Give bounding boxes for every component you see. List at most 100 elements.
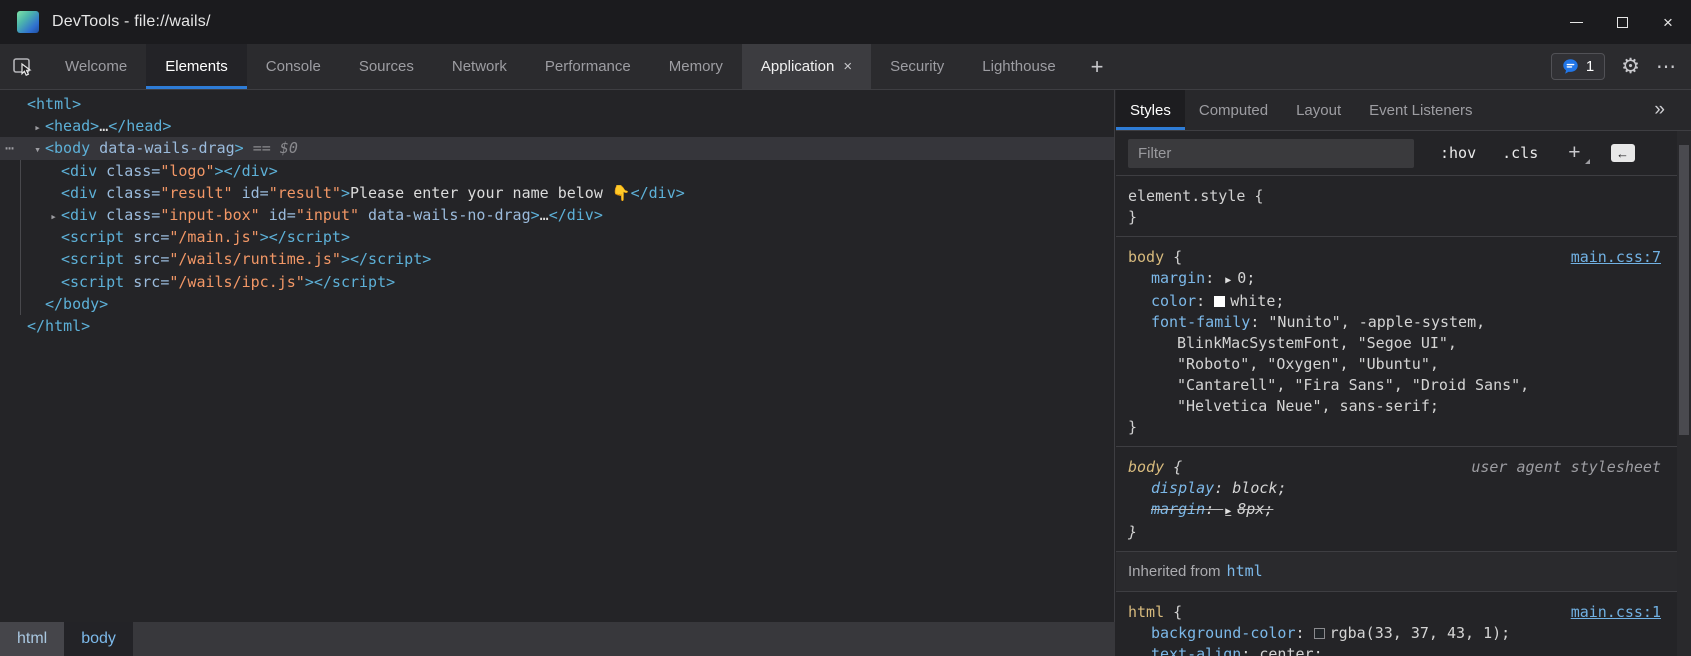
rule-selector-line[interactable]: user agent stylesheetbody { xyxy=(1128,457,1661,478)
tab-application[interactable]: Application × xyxy=(742,44,871,89)
expand-right-icon[interactable]: ▸ xyxy=(30,117,45,139)
colon: : xyxy=(1205,500,1223,518)
dom-tree-row[interactable]: <script src="/wails/runtime.js"></script… xyxy=(0,248,1114,270)
color-swatch[interactable] xyxy=(1214,296,1225,307)
feedback-button[interactable]: 1 xyxy=(1551,53,1605,80)
dom-tree-row[interactable]: <div class="result" id="result">Please e… xyxy=(0,182,1114,204)
tab-elements[interactable]: Elements xyxy=(146,44,247,89)
colon: : xyxy=(1214,479,1232,497)
property-value-wrap: BlinkMacSystemFont, "Segoe UI", xyxy=(1151,333,1661,354)
dom-node: ▾<body data-wails-drag> == $0 xyxy=(0,137,298,161)
text-token: "/wails/ipc.js" xyxy=(169,273,304,291)
expand-down-icon[interactable]: ▾ xyxy=(30,139,45,161)
stylesheet-link[interactable]: main.css:1 xyxy=(1571,602,1661,623)
toggle-hover-state-button[interactable]: :hov xyxy=(1440,144,1476,162)
maximize-button[interactable] xyxy=(1599,0,1645,44)
tab-security[interactable]: Security xyxy=(871,44,963,89)
text-token: "input-box" xyxy=(160,206,259,224)
scrollbar-thumb[interactable] xyxy=(1679,145,1689,435)
dom-node: ▸<div class="input-box" id="input" data-… xyxy=(0,204,603,228)
style-property[interactable]: color: white; xyxy=(1128,291,1661,312)
rule-selector-line[interactable]: main.css:1html { xyxy=(1128,602,1661,623)
property-value: "Roboto", "Oxygen", "Ubuntu", xyxy=(1177,355,1439,373)
more-tabs-icon[interactable]: » xyxy=(1654,90,1691,130)
new-style-rule-button[interactable]: + xyxy=(1568,141,1580,165)
text-token: </div> xyxy=(549,206,603,224)
tab-event-listeners[interactable]: Event Listeners xyxy=(1355,90,1486,130)
tab-sources[interactable]: Sources xyxy=(340,44,433,89)
close-brace: } xyxy=(1128,522,1661,543)
rule-selector-line[interactable]: element.style { xyxy=(1128,186,1661,207)
dom-tree-row[interactable]: ▸<div class="input-box" id="input" data-… xyxy=(0,204,1114,226)
styles-sections: element.style {}main.css:7body {margin: … xyxy=(1116,176,1677,656)
dom-tree-row[interactable]: ▸<head>…</head> xyxy=(0,115,1114,137)
open-brace: { xyxy=(1245,187,1263,205)
style-property[interactable]: background-color: rgba(33, 37, 43, 1); xyxy=(1128,623,1661,644)
semicolon: ; xyxy=(1264,500,1273,518)
close-tab-icon[interactable]: × xyxy=(843,58,852,75)
breadcrumb-item-html[interactable]: html xyxy=(0,622,64,656)
dom-node: <div class="result" id="result">Please e… xyxy=(0,182,685,204)
color-swatch[interactable] xyxy=(1314,628,1325,639)
add-tab-button[interactable]: + xyxy=(1075,44,1120,89)
dom-node: <script src="/wails/runtime.js"></script… xyxy=(0,248,431,270)
tab-performance[interactable]: Performance xyxy=(526,44,650,89)
settings-gear-icon[interactable]: ⚙ xyxy=(1621,54,1640,79)
tab-layout[interactable]: Layout xyxy=(1282,90,1355,130)
dom-tree-row[interactable]: ⋯▾<body data-wails-drag> == $0 xyxy=(0,137,1114,159)
close-brace: } xyxy=(1128,417,1661,438)
dom-tree-row[interactable]: <div class="logo"></div> xyxy=(0,160,1114,182)
dom-tree-row[interactable]: <html> xyxy=(0,93,1114,115)
more-options-icon[interactable]: ⋯ xyxy=(1656,54,1677,79)
dom-tree-row[interactable]: <script src="/main.js"></script> xyxy=(0,226,1114,248)
inherited-node-link[interactable]: html xyxy=(1227,562,1263,580)
text-token: <script xyxy=(61,250,124,268)
text-token: <div xyxy=(61,206,97,224)
text-token: 👇 xyxy=(612,184,631,202)
text-token: > xyxy=(531,206,540,224)
maximize-icon xyxy=(1617,17,1628,28)
text-token: "input" xyxy=(296,206,359,224)
property-name: color xyxy=(1151,292,1196,310)
text-token: id= xyxy=(260,206,296,224)
style-property[interactable]: font-family: "Nunito", -apple-system,Bli… xyxy=(1128,312,1661,417)
dom-tree-row[interactable]: </body> xyxy=(0,293,1114,315)
tab-welcome[interactable]: Welcome xyxy=(46,44,146,89)
stylesheet-link[interactable]: main.css:7 xyxy=(1571,247,1661,268)
style-property[interactable]: margin: ▶8px; xyxy=(1128,499,1661,522)
toggle-computed-sidebar-icon[interactable]: ← xyxy=(1611,144,1635,162)
toggle-class-button[interactable]: .cls xyxy=(1502,144,1538,162)
text-token: <script xyxy=(61,273,124,291)
tab-console[interactable]: Console xyxy=(247,44,340,89)
tab-styles[interactable]: Styles xyxy=(1116,90,1185,130)
styles-filter-input[interactable] xyxy=(1128,139,1414,168)
tab-lighthouse[interactable]: Lighthouse xyxy=(963,44,1074,89)
close-button[interactable]: × xyxy=(1645,0,1691,44)
minimize-button[interactable] xyxy=(1553,0,1599,44)
dom-tree-row[interactable]: </html> xyxy=(0,315,1114,337)
tab-network[interactable]: Network xyxy=(433,44,526,89)
property-value: "Helvetica Neue", sans-serif; xyxy=(1177,397,1439,415)
expand-right-icon[interactable]: ▸ xyxy=(46,206,61,228)
style-property[interactable]: margin: ▶0; xyxy=(1128,268,1661,291)
breadcrumb-item-body[interactable]: body xyxy=(64,622,133,656)
tab-memory[interactable]: Memory xyxy=(650,44,742,89)
dom-node: </body> xyxy=(0,293,108,315)
dom-tree-row[interactable]: <script src="/wails/ipc.js"></script> xyxy=(0,271,1114,293)
style-property[interactable]: display: block; xyxy=(1128,478,1661,499)
text-token: "/main.js" xyxy=(169,228,259,246)
tab-computed[interactable]: Computed xyxy=(1185,90,1282,130)
rule-selector-line[interactable]: main.css:7body { xyxy=(1128,247,1661,268)
text-token: </body> xyxy=(45,295,108,313)
expand-shorthand-icon[interactable]: ▶ xyxy=(1225,275,1231,286)
expand-shorthand-icon[interactable]: ▶ xyxy=(1225,506,1231,517)
styles-scrollbar[interactable] xyxy=(1677,131,1691,656)
inspect-element-button[interactable] xyxy=(0,44,46,89)
text-token: id= xyxy=(233,184,269,202)
open-brace: { xyxy=(1164,458,1182,476)
colon: : xyxy=(1205,269,1223,287)
elements-panel: <html>▸<head>…</head>⋯▾<body data-wails-… xyxy=(0,90,1115,622)
style-property[interactable]: text-align: center; xyxy=(1128,644,1661,656)
sidebar-tab-bar: Styles Computed Layout Event Listeners » xyxy=(1116,90,1691,131)
text-token: > xyxy=(215,162,224,180)
